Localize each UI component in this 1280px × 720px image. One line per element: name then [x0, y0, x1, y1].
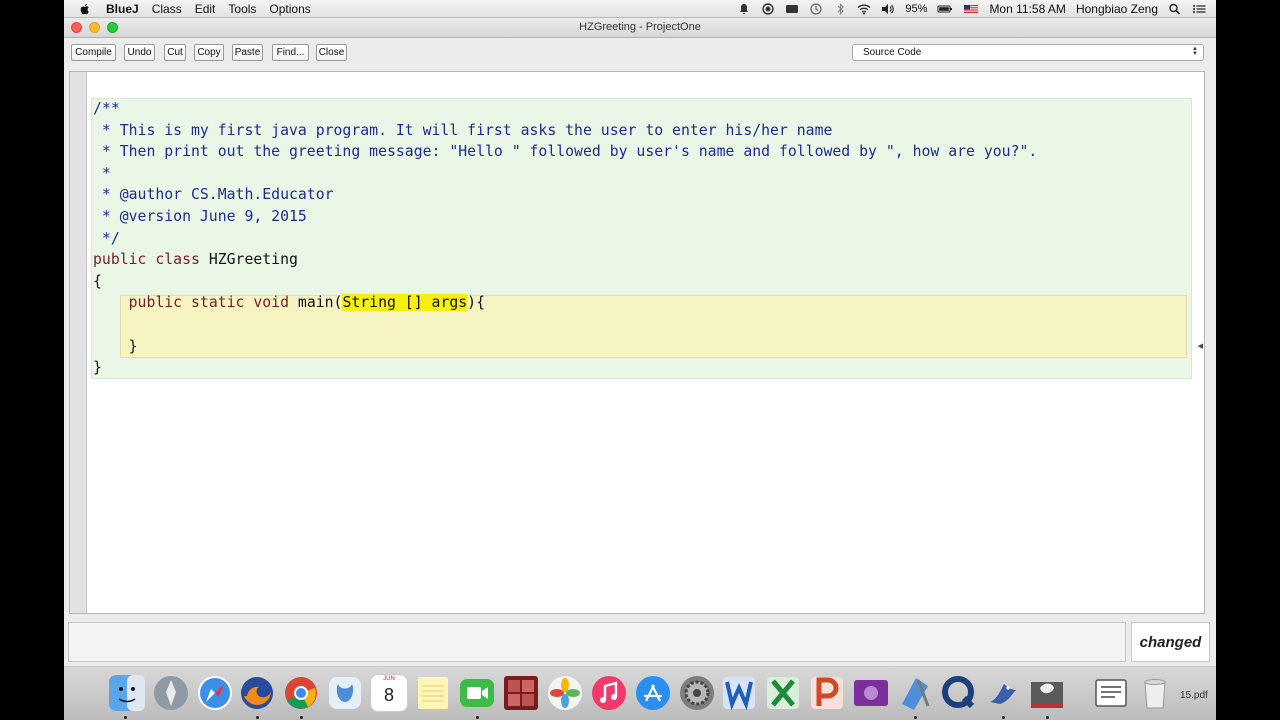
app-store-icon[interactable] [634, 674, 672, 712]
copy-button[interactable]: Copy [194, 44, 224, 61]
code-line: } [93, 359, 102, 377]
menu-app-bluej[interactable]: BlueJ [106, 2, 139, 16]
menu-options[interactable]: Options [269, 2, 310, 16]
xcode-icon[interactable] [896, 674, 934, 712]
notification-bell-icon[interactable] [737, 3, 751, 15]
code-line: * This is my first java program. It will… [93, 121, 833, 139]
notes-icon[interactable] [414, 674, 452, 712]
bluej-icon[interactable] [326, 674, 364, 712]
running-indicator [1046, 716, 1049, 719]
calendar-icon[interactable]: JUN 8 [370, 674, 408, 712]
view-mode-select[interactable]: Source Code ▲ ▼ [852, 44, 1204, 61]
cut-button[interactable]: Cut [164, 44, 186, 61]
running-indicator [300, 716, 303, 719]
editor-scrollbar[interactable]: ◀ [1193, 72, 1203, 613]
code-text[interactable]: /** * This is my first java program. It … [93, 98, 1037, 379]
itunes-icon[interactable] [590, 674, 628, 712]
volume-icon[interactable] [881, 3, 895, 15]
word-icon[interactable] [720, 674, 758, 712]
display-icon[interactable] [785, 3, 799, 15]
view-mode-value: Source Code [863, 47, 922, 58]
menu-edit[interactable]: Edit [195, 2, 216, 16]
code-line: * @version June 9, 2015 [93, 207, 307, 225]
source-editor[interactable]: /** * This is my first java program. It … [69, 71, 1205, 614]
method-signature: main( [289, 294, 343, 312]
matched-bracket-highlight: String [] args [342, 294, 468, 312]
time-machine-icon[interactable] [809, 2, 823, 15]
running-indicator [256, 716, 259, 719]
scroll-handle-icon[interactable]: ◀ [1198, 342, 1203, 350]
class-name: HZGreeting [199, 251, 298, 269]
greenfoot-icon[interactable] [1028, 674, 1066, 712]
select-arrows-icon: ▲ ▼ [1192, 46, 1198, 57]
window-title-bar[interactable]: HZGreeting - ProjectOne [64, 18, 1216, 38]
find-button[interactable]: Find... [272, 44, 309, 61]
menubar-clock[interactable]: Mon 11:58 AM [989, 2, 1066, 16]
apple-menu-icon[interactable] [78, 2, 92, 16]
dock: JUN 8 [64, 666, 1216, 720]
safari-icon[interactable] [196, 674, 234, 712]
bluej-bird-icon[interactable] [984, 674, 1022, 712]
breakpoint-gutter[interactable] [70, 72, 87, 613]
code-line: { [93, 272, 102, 290]
divx-icon[interactable] [852, 674, 890, 712]
code-line: */ [93, 229, 120, 247]
finder-icon[interactable] [108, 674, 146, 712]
quicktime-icon[interactable] [940, 674, 978, 712]
system-preferences-icon[interactable] [678, 674, 716, 712]
calendar-day: 8 [383, 685, 394, 705]
code-line: * @author CS.Math.Educator [93, 186, 334, 204]
record-icon[interactable] [761, 2, 775, 15]
code-line: * Then print out the greeting message: "… [93, 143, 1038, 161]
code-line: } [93, 337, 138, 355]
menu-class[interactable]: Class [152, 2, 182, 16]
excel-icon[interactable] [764, 674, 802, 712]
bluetooth-icon[interactable] [833, 2, 847, 15]
screen: BlueJ Class Edit Tools Options 95% Mon 1… [64, 0, 1216, 720]
running-indicator [124, 716, 127, 719]
menu-bar: BlueJ Class Edit Tools Options 95% Mon 1… [64, 0, 1216, 18]
wifi-icon[interactable] [857, 3, 871, 15]
battery-icon[interactable] [937, 3, 953, 15]
spotlight-search-icon[interactable] [1168, 3, 1182, 15]
chrome-icon[interactable] [282, 674, 320, 712]
code-line: /** [93, 100, 120, 117]
calendar-month: JUN [383, 676, 395, 682]
method-signature-end: ){ [467, 294, 485, 312]
battery-percent: 95% [905, 2, 928, 15]
dock-pdf-label: 15.pdf [1180, 690, 1208, 701]
firefox-icon[interactable] [238, 674, 276, 712]
close-button[interactable]: Close [316, 44, 347, 61]
editor-toolbar: Compile Undo Cut Copy Paste Find... Clos… [64, 39, 1216, 67]
code-keyword: public class [93, 251, 200, 269]
paste-button[interactable]: Paste [232, 44, 263, 61]
message-area [68, 622, 1126, 662]
code-line: * [93, 164, 111, 182]
photos-icon[interactable] [546, 674, 584, 712]
trash-icon[interactable] [1136, 674, 1174, 712]
undo-button[interactable]: Undo [124, 44, 155, 61]
menu-tools[interactable]: Tools [228, 2, 256, 16]
changed-status-label: changed [1131, 622, 1210, 662]
running-indicator [476, 716, 479, 719]
facetime-icon[interactable] [458, 674, 496, 712]
window-title: HZGreeting - ProjectOne [579, 21, 701, 33]
launchpad-icon[interactable] [152, 674, 190, 712]
powerpoint-icon[interactable] [808, 674, 846, 712]
input-source-flag-icon[interactable] [963, 3, 979, 15]
code-keyword: public static void [128, 294, 289, 312]
status-menus: 95% Mon 11:58 AM Hongbiao Zeng [737, 2, 1216, 16]
document-icon[interactable] [1092, 674, 1130, 712]
running-indicator [914, 716, 917, 719]
photo-booth-icon[interactable] [502, 674, 540, 712]
notification-center-icon[interactable] [1192, 3, 1206, 15]
compile-button[interactable]: Compile [71, 44, 116, 61]
running-indicator [1002, 716, 1005, 719]
menubar-user[interactable]: Hongbiao Zeng [1076, 2, 1158, 16]
